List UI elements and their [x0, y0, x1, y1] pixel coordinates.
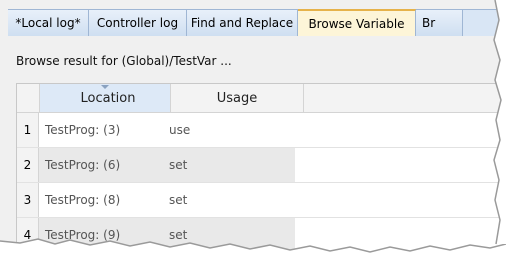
tab-browse-partial[interactable]: Br [416, 10, 463, 36]
column-header-location[interactable]: Location [40, 84, 171, 112]
browse-panel: Browse result for (Global)/TestVar ... L… [8, 36, 506, 257]
usage-cell: set [163, 148, 295, 182]
column-header-usage-label: Usage [216, 90, 258, 106]
row-number: 1 [17, 113, 39, 147]
browse-variable-window: *Local log* Controller log Find and Repl… [0, 0, 506, 257]
column-header-usage[interactable]: Usage [171, 84, 304, 112]
row-number-header [17, 84, 40, 112]
location-cell: TestProg: (9) [39, 218, 163, 252]
row-number: 2 [17, 148, 39, 182]
location-cell: TestProg: (8) [45, 193, 121, 207]
table-row[interactable]: 3 TestProg: (8) set [17, 183, 506, 218]
row-number: 4 [17, 218, 39, 252]
column-header-filler [304, 84, 506, 112]
tab-find-and-replace[interactable]: Find and Replace [187, 10, 298, 36]
location-cell: TestProg: (3) [45, 123, 121, 137]
tab-local-log[interactable]: *Local log* [8, 10, 89, 36]
sort-arrow-icon [101, 85, 109, 89]
table-row[interactable]: 1 TestProg: (3) use [17, 113, 506, 148]
results-table: Location Usage 1 TestProg: (3) use 2 Tes… [16, 83, 506, 257]
tab-controller-log[interactable]: Controller log [89, 10, 187, 36]
usage-cell: set [163, 218, 295, 252]
row-number: 3 [17, 183, 39, 217]
column-header-location-label: Location [80, 90, 136, 106]
usage-cell: use [169, 123, 191, 137]
location-cell: TestProg: (6) [39, 148, 163, 182]
browse-result-label: Browse result for (Global)/TestVar ... [16, 54, 232, 68]
usage-cell: set [169, 193, 188, 207]
tab-strip: *Local log* Controller log Find and Repl… [8, 9, 506, 37]
table-header: Location Usage [17, 84, 506, 113]
table-row[interactable]: 2 TestProg: (6) set [17, 148, 506, 183]
tab-browse-variable[interactable]: Browse Variable [298, 9, 416, 36]
table-row[interactable]: 4 TestProg: (9) set [17, 218, 506, 253]
